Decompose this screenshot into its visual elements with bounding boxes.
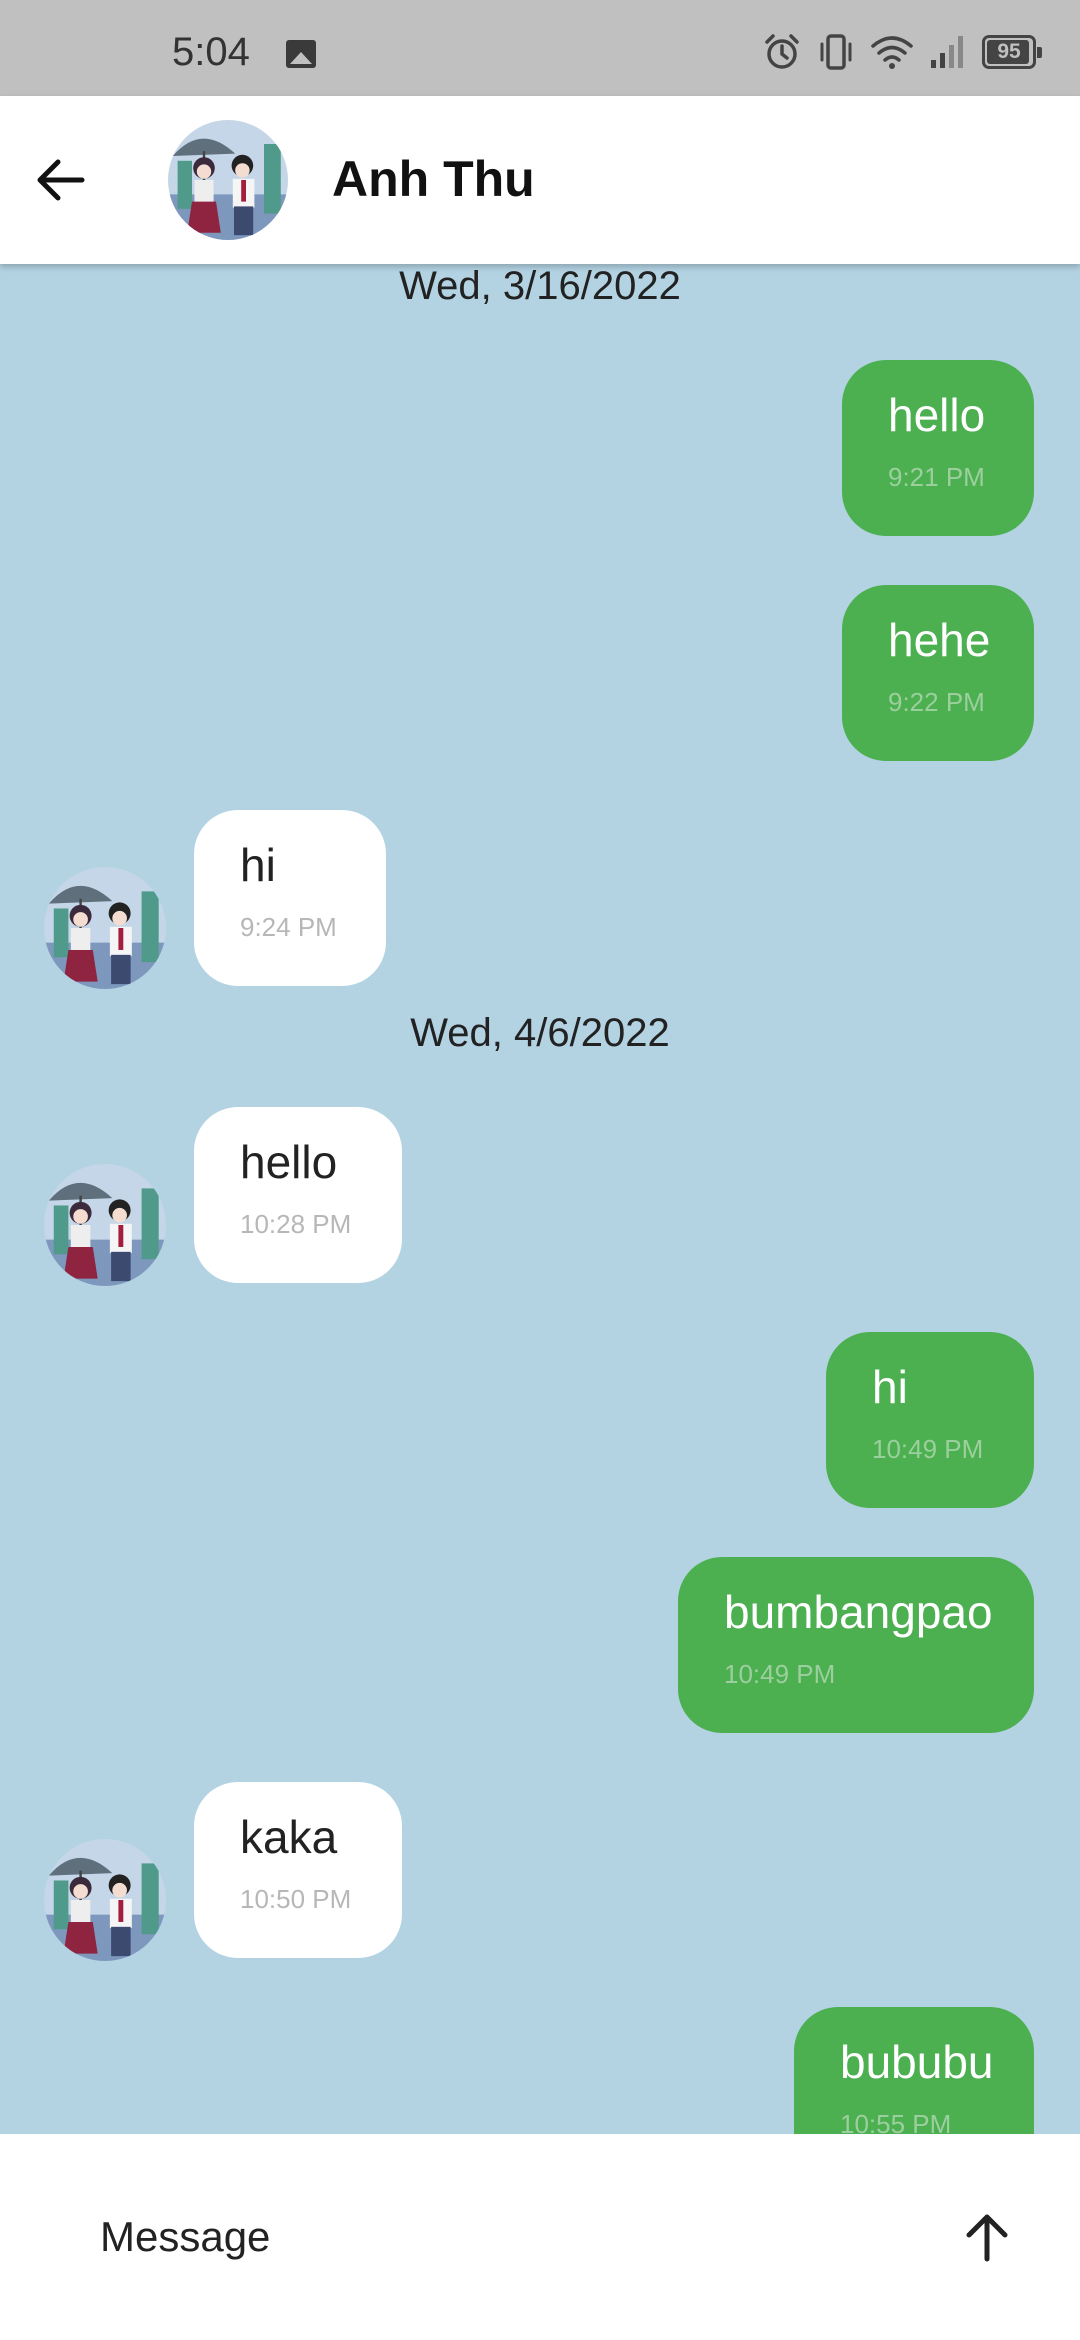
message-text: hehe <box>888 614 991 666</box>
sender-avatar[interactable] <box>44 1839 166 1961</box>
contact-name[interactable]: Anh Thu <box>332 150 535 208</box>
message-bubble-received[interactable]: hi 9:24 PM <box>194 810 386 986</box>
message-text: hi <box>240 839 276 891</box>
message-time: 10:50 PM <box>240 1884 352 1914</box>
signal-icon <box>931 36 963 68</box>
message-bubble-sent[interactable]: bumbangpao 10:49 PM <box>678 1557 1034 1733</box>
message-time: 10:49 PM <box>872 1434 984 1464</box>
message-bubble-sent[interactable]: hehe 9:22 PM <box>842 585 1034 761</box>
message-text: bumbangpao <box>724 1586 993 1638</box>
message-time: 10:28 PM <box>240 1209 352 1239</box>
arrow-up-icon <box>966 2214 1008 2262</box>
message-bubble-received[interactable]: kaka 10:50 PM <box>194 1782 402 1958</box>
status-icons: 95 <box>762 32 1042 72</box>
message-text: hello <box>240 1136 338 1188</box>
message-bubble-received[interactable]: hello 10:28 PM <box>194 1107 402 1283</box>
arrow-left-icon <box>37 159 85 201</box>
message-text: kaka <box>240 1811 338 1863</box>
message-bubble-sent[interactable]: bububu 10:55 PM <box>794 2007 1034 2134</box>
message-time: 9:22 PM <box>888 687 985 717</box>
status-time: 5:04 <box>172 30 250 74</box>
vibrate-icon <box>820 34 852 70</box>
image-notification-icon <box>286 40 316 68</box>
message-time: 10:49 PM <box>724 1659 836 1689</box>
battery-icon: 95 <box>982 35 1042 69</box>
date-separator: Wed, 3/16/2022 <box>399 264 681 308</box>
send-button[interactable] <box>944 2194 1030 2280</box>
status-bar: 5:04 95 <box>0 0 1080 96</box>
alarm-icon <box>765 34 799 69</box>
message-composer <box>0 2134 1080 2340</box>
wifi-icon <box>871 36 913 69</box>
message-input[interactable] <box>100 2204 920 2270</box>
message-bubble-sent[interactable]: hi 10:49 PM <box>826 1332 1034 1508</box>
message-time: 9:21 PM <box>888 462 985 492</box>
date-separator: Wed, 4/6/2022 <box>410 1011 670 1055</box>
message-time: 9:24 PM <box>240 912 337 942</box>
sender-avatar[interactable] <box>44 1164 166 1286</box>
contact-avatar[interactable] <box>168 120 288 240</box>
battery-percent: 95 <box>997 40 1021 63</box>
message-text: bububu <box>840 2036 994 2088</box>
message-bubble-sent[interactable]: hello 9:21 PM <box>842 360 1034 536</box>
sender-avatar[interactable] <box>44 867 166 989</box>
message-list[interactable]: Wed, 3/16/2022 hello 9:21 PM hehe 9:22 P… <box>0 264 1080 2134</box>
message-time: 10:55 PM <box>840 2109 952 2134</box>
message-text: hi <box>872 1361 908 1413</box>
chat-header: Anh Thu <box>0 96 1080 264</box>
back-button[interactable] <box>22 142 98 218</box>
message-text: hello <box>888 389 986 441</box>
